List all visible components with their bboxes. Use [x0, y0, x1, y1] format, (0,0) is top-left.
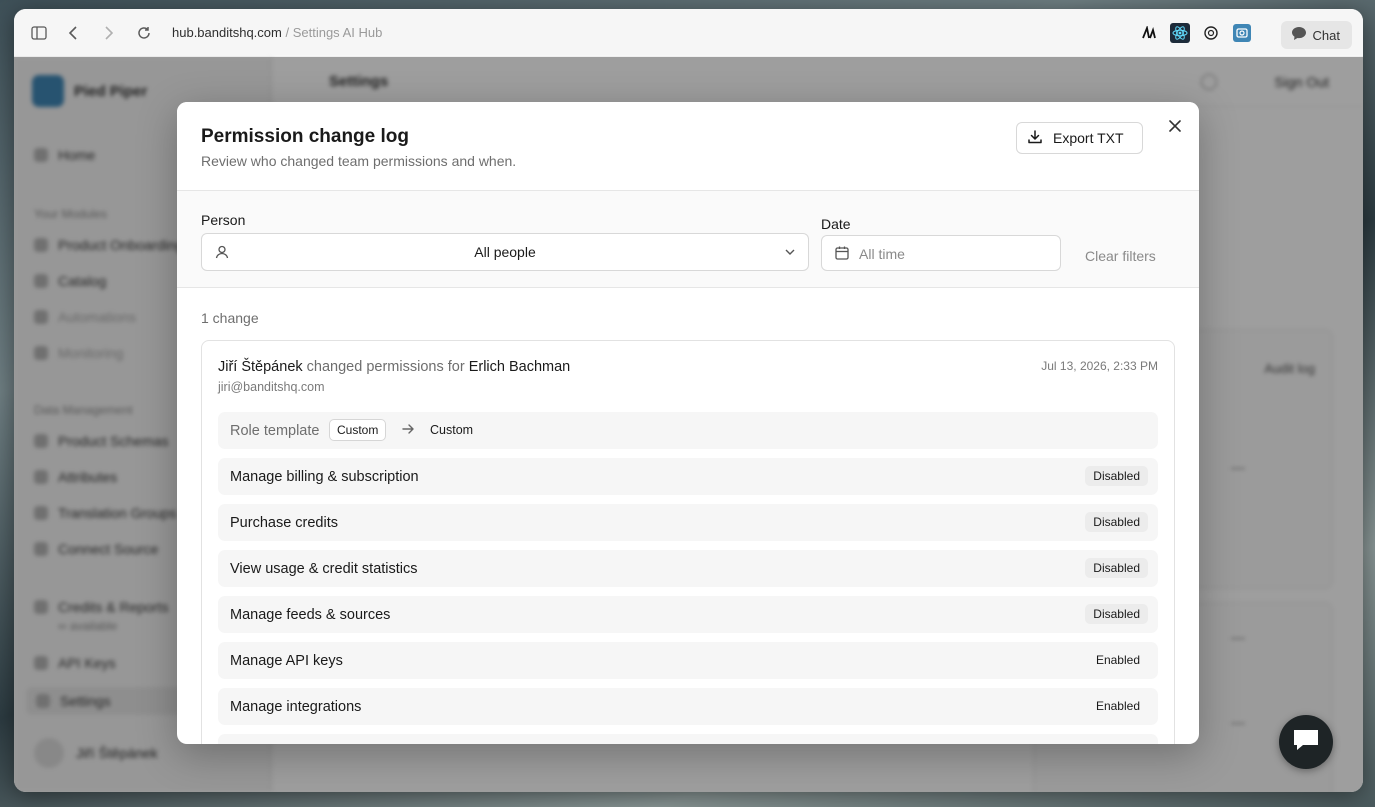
status-badge: Disabled: [1085, 558, 1148, 578]
actor-email: jiri@banditshq.com: [218, 380, 325, 394]
dialog-header: Permission change log Review who changed…: [177, 102, 1199, 191]
screenshot-extension-icon[interactable]: [1231, 22, 1253, 44]
arrow-right-icon: [401, 422, 415, 441]
person-select[interactable]: All people: [201, 233, 809, 271]
address-bar[interactable]: hub.banditshq.com / Settings AI Hub: [172, 25, 382, 40]
date-filter-label: Date: [821, 216, 851, 232]
filter-bar: Person All people Date All time Clear fi…: [177, 191, 1199, 288]
change-count: 1 change: [201, 310, 259, 326]
permission-name: Manage integrations: [230, 699, 362, 715]
permission-name: Manage API keys: [230, 653, 343, 669]
export-txt-button[interactable]: Export TXT: [1016, 122, 1143, 154]
permission-log-dialog: Permission change log Review who changed…: [177, 102, 1199, 744]
permission-name: Purchase credits: [230, 515, 338, 531]
export-label: Export TXT: [1053, 130, 1124, 146]
change-entry: Jiří Štěpánek changed permissions for Er…: [201, 340, 1175, 744]
chevron-down-icon: [784, 245, 796, 263]
permission-row: Purchase credits Disabled: [218, 504, 1158, 541]
download-icon: [1027, 129, 1043, 148]
date-filter-input[interactable]: All time: [821, 235, 1061, 271]
close-icon[interactable]: [1165, 116, 1185, 136]
permission-name: Manage billing & subscription: [230, 469, 419, 485]
calendar-icon: [834, 245, 850, 266]
extension-icons: [1138, 22, 1253, 44]
role-template-label: Role template: [230, 423, 320, 439]
support-chat-button[interactable]: [1279, 715, 1333, 769]
sidebar-toggle-icon[interactable]: [28, 22, 50, 44]
permission-row: Manage feeds & sources Disabled: [218, 596, 1158, 633]
role-to-value: Custom: [430, 423, 474, 437]
permission-name: Manage feeds & sources: [230, 607, 391, 623]
change-timestamp: Jul 13, 2026, 2:33 PM: [1041, 359, 1158, 373]
person-select-value: All people: [474, 244, 536, 260]
permission-name: View usage & credit statistics: [230, 561, 418, 577]
url-crumb: / Settings AI Hub: [285, 25, 383, 40]
reload-icon[interactable]: [133, 22, 155, 44]
chat-button[interactable]: Chat: [1280, 21, 1352, 49]
chat-bubble-icon: [1291, 26, 1307, 44]
actor-name: Jiří Štěpánek: [218, 359, 303, 375]
status-badge: Enabled: [1095, 653, 1140, 667]
clear-filters-button[interactable]: Clear filters: [1085, 248, 1156, 264]
status-badge: Disabled: [1085, 466, 1148, 486]
forward-icon[interactable]: [98, 22, 120, 44]
back-icon[interactable]: [62, 22, 84, 44]
status-badge: Enabled: [1095, 699, 1140, 713]
permission-row: Manage integrations Enabled: [218, 688, 1158, 725]
role-template-row: Role template Custom Custom: [218, 412, 1158, 449]
role-from-badge: Custom: [329, 419, 387, 441]
url-host: hub.banditshq.com: [172, 25, 282, 40]
change-action: changed permissions for: [306, 359, 465, 375]
dialog-subtitle: Review who changed team permissions and …: [201, 153, 517, 169]
person-filter-label: Person: [201, 212, 246, 228]
permission-row-partial: [218, 734, 1158, 744]
permission-row: Manage billing & subscription Disabled: [218, 458, 1158, 495]
target-name: Erlich Bachman: [468, 359, 571, 375]
status-badge: Disabled: [1085, 512, 1148, 532]
dialog-title: Permission change log: [201, 126, 409, 147]
permission-row: View usage & credit statistics Disabled: [218, 550, 1158, 587]
openai-extension-icon[interactable]: [1200, 22, 1222, 44]
react-devtools-icon[interactable]: [1169, 22, 1191, 44]
change-summary: Jiří Štěpánek changed permissions for Er…: [218, 359, 570, 375]
ai-extension-icon[interactable]: [1138, 22, 1160, 44]
chat-bubble-icon: [1291, 727, 1321, 758]
status-badge: Disabled: [1085, 604, 1148, 624]
browser-toolbar: hub.banditshq.com / Settings AI Hub Chat: [14, 9, 1363, 57]
chat-button-label: Chat: [1312, 27, 1340, 43]
date-filter-placeholder: All time: [859, 246, 905, 262]
permission-row: Manage API keys Enabled: [218, 642, 1158, 679]
